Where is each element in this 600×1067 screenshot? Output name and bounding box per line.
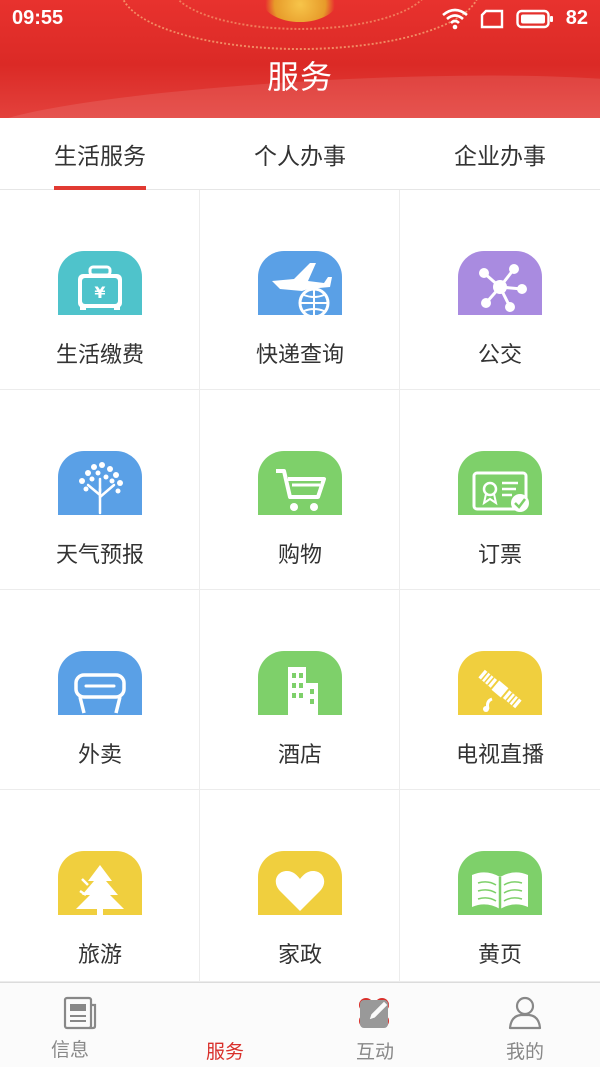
tab-enterprise-affairs[interactable]: 企业办事 [400,118,600,190]
open-book-icon [458,851,542,915]
wifi-icon [441,8,468,29]
page-title: 服务 [266,58,333,96]
service-travel[interactable]: 旅游 [0,790,200,982]
tab-label: 个人办事 [254,144,346,170]
airplane-globe-icon [258,251,342,315]
newspaper-icon [63,996,97,1030]
status-bar: 09:55 82 [0,0,600,38]
sim-card-icon [480,9,503,28]
service-label: 家政 [277,943,322,968]
service-label: 购物 [277,543,322,568]
bottom-nav: 信息 服务 互动 我的 [0,982,600,1067]
service-label: 外卖 [77,743,122,768]
service-bus[interactable]: 公交 [400,190,600,390]
service-express-tracking[interactable]: 快递查询 [200,190,400,390]
nav-label: 我的 [505,1041,544,1063]
tab-label: 企业办事 [454,144,546,170]
service-label: 公交 [477,343,522,368]
service-ticket-booking[interactable]: 订票 [400,390,600,590]
nav-interact[interactable]: 互动 [300,983,450,1067]
tab-personal-affairs[interactable]: 个人办事 [200,118,400,190]
status-icons: 82 [441,7,588,30]
user-icon [508,996,542,1030]
service-weather[interactable]: 天气预报 [0,390,200,590]
tab-life-services[interactable]: 生活服务 [0,118,200,190]
service-housekeeping[interactable]: 家政 [200,790,400,982]
nav-label: 互动 [355,1041,394,1063]
heart-icon [258,851,342,915]
battery-level: 82 [565,7,588,29]
certificate-icon [458,451,542,515]
service-tv-live[interactable]: 电视直播 [400,590,600,790]
service-takeout[interactable]: 外卖 [0,590,200,790]
app-header: 09:55 82 服务 [0,0,600,118]
service-bill-payment[interactable]: ¥ 生活缴费 [0,190,200,390]
service-label: 订票 [477,543,522,568]
shopping-cart-icon [258,451,342,515]
status-time: 09:55 [12,7,64,29]
service-label: 酒店 [277,743,322,768]
edit-icon [360,1000,389,1028]
service-shopping[interactable]: 购物 [200,390,400,590]
service-label: 快递查询 [255,343,344,368]
service-yellow-pages[interactable]: 黄页 [400,790,600,982]
tab-label: 生活服务 [54,144,146,170]
service-label: 生活缴费 [55,343,144,368]
service-label: 旅游 [77,943,122,968]
satellite-icon [458,651,542,715]
service-hotel[interactable]: 酒店 [200,590,400,790]
service-label: 黄页 [477,943,522,968]
nav-services[interactable]: 服务 [150,983,389,1067]
nav-label: 服务 [205,1041,244,1063]
svg-text:¥: ¥ [94,283,105,302]
nav-mine[interactable]: 我的 [450,983,600,1067]
service-grid: ¥ 生活缴费 快递查询 公交 天气预报 购物 订票 外卖 酒店 电视直播 旅游 … [0,190,600,982]
suitcase-yen-icon: ¥ [58,251,142,315]
category-tabs: 生活服务 个人办事 企业办事 [0,118,600,190]
tree-icon [58,451,142,515]
nav-label: 信息 [50,1039,89,1061]
building-icon [258,651,342,715]
network-nodes-icon [458,251,542,315]
service-label: 电视直播 [455,743,544,768]
takeout-box-icon [58,651,142,715]
battery-icon [516,9,553,28]
service-label: 天气预报 [55,543,144,568]
nav-info[interactable]: 信息 [0,983,150,1067]
pine-tree-icon [58,851,142,915]
